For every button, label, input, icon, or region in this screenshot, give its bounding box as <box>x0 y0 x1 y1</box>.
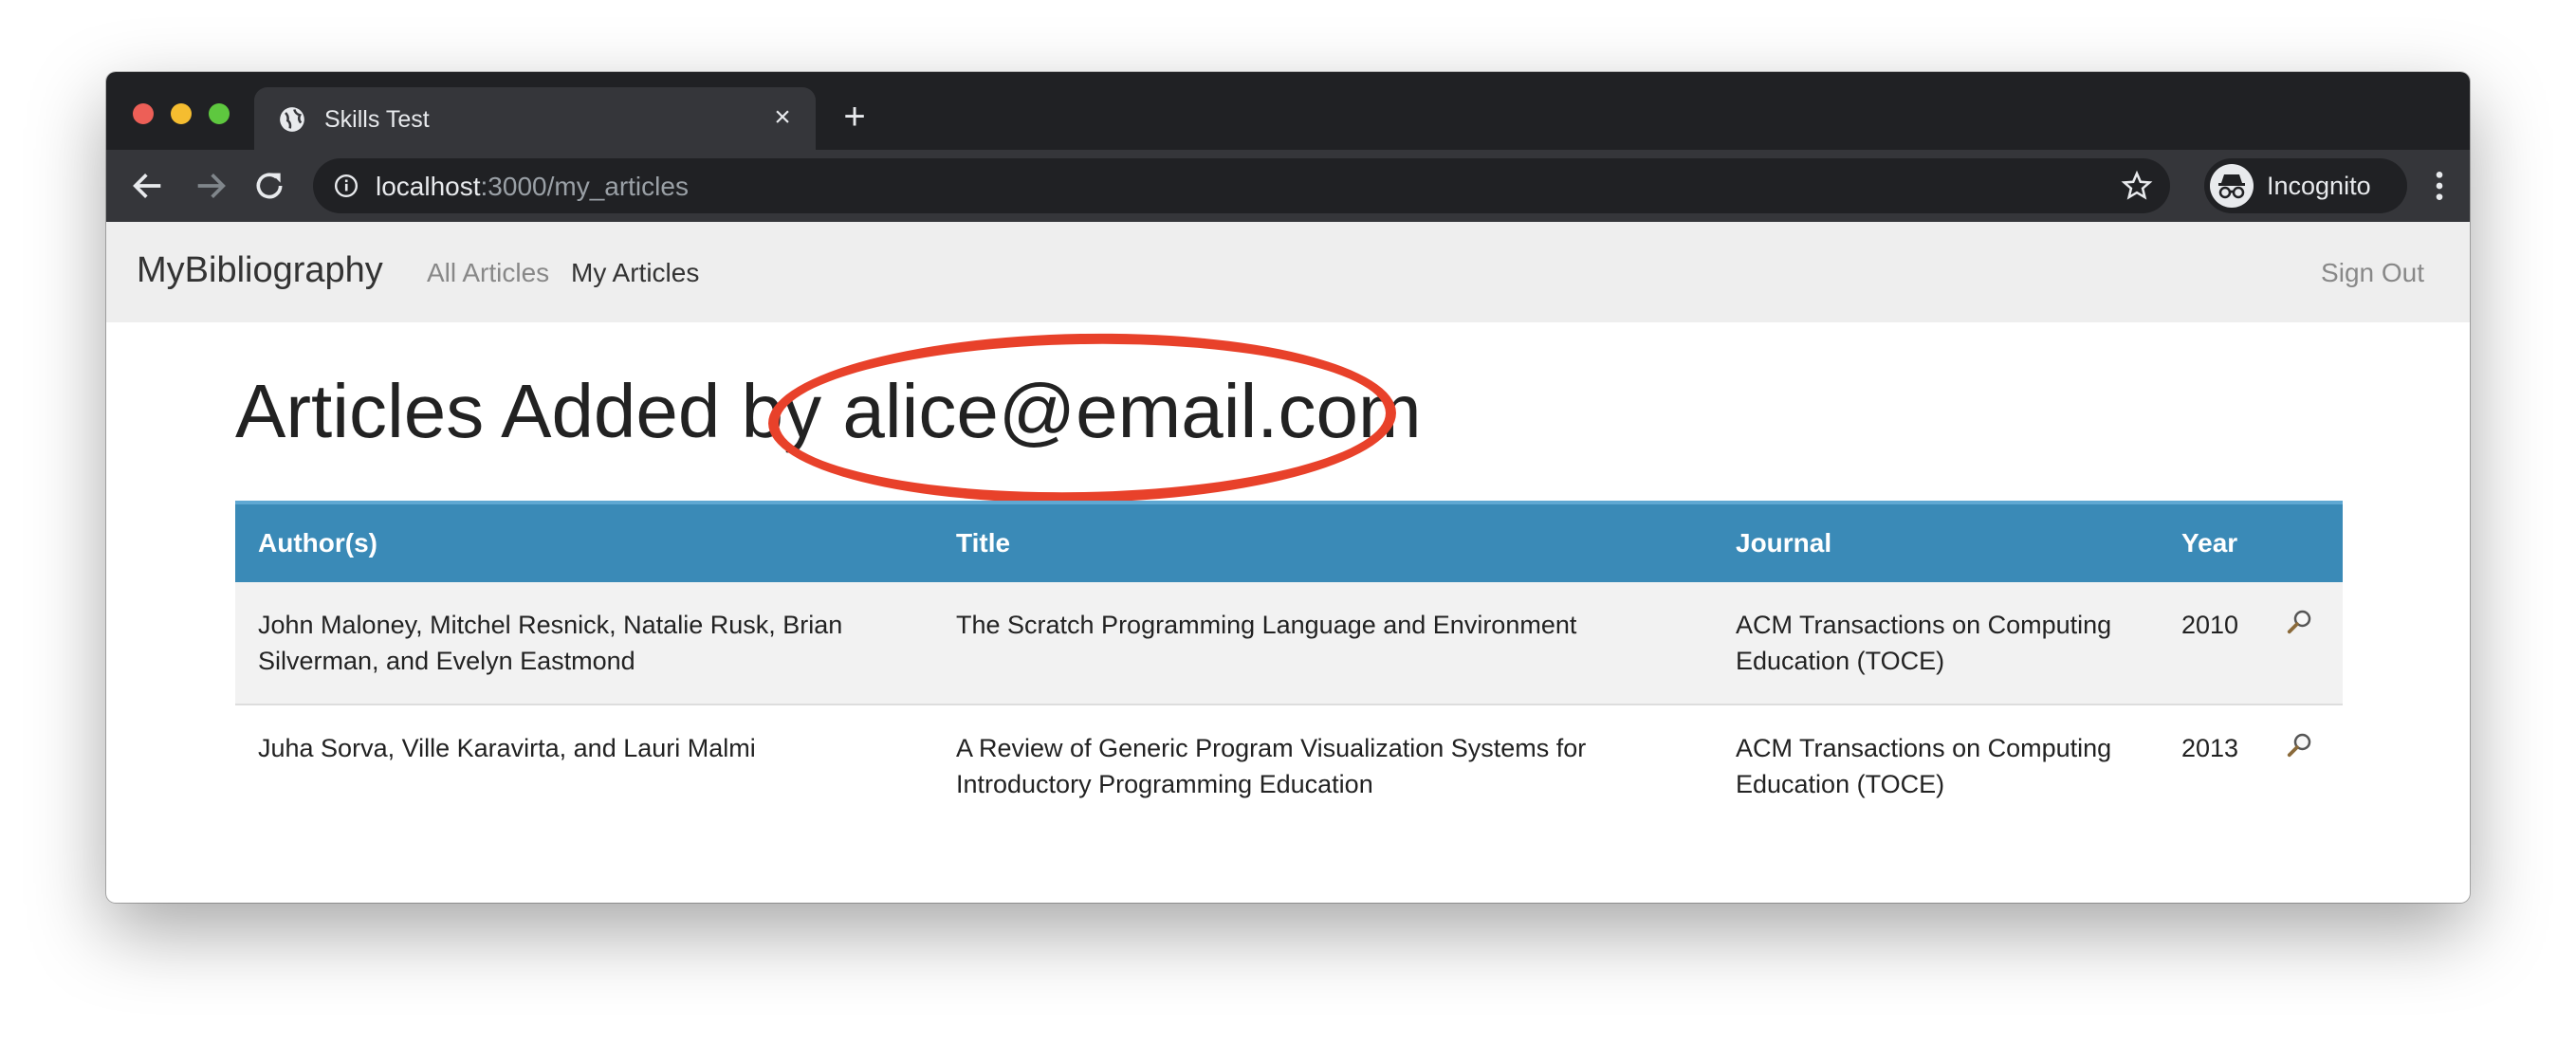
articles-table: Author(s) Title Journal Year John Malone… <box>235 501 2343 827</box>
highlight-ellipse-annotation <box>766 328 1398 508</box>
nav-link-my-articles[interactable]: My Articles <box>571 258 699 288</box>
tab-title: Skills Test <box>324 106 430 133</box>
browser-toolbar: localhost:3000/my_articles Incognito <box>106 150 2470 222</box>
reload-icon[interactable] <box>250 167 288 205</box>
minimize-window-button[interactable] <box>171 103 192 124</box>
cell-action <box>2263 582 2343 704</box>
forward-arrow-icon[interactable] <box>192 167 230 205</box>
sign-out-link[interactable]: Sign Out <box>2321 258 2424 288</box>
header-actions <box>2263 503 2343 582</box>
incognito-icon <box>2210 164 2254 208</box>
cell-journal: ACM Transactions on Computing Education … <box>1736 611 2112 675</box>
magnifier-icon[interactable] <box>2286 730 2314 759</box>
back-arrow-icon[interactable] <box>129 167 167 205</box>
close-window-button[interactable] <box>133 103 154 124</box>
maximize-window-button[interactable] <box>209 103 230 124</box>
globe-icon <box>280 107 304 132</box>
header-year: Year <box>2181 528 2238 558</box>
incognito-badge[interactable]: Incognito <box>2204 158 2407 213</box>
url-path: :3000/my_articles <box>480 172 689 201</box>
url-text[interactable]: localhost:3000/my_articles <box>376 172 689 202</box>
table-row: Juha Sorva, Ville Karavirta, and Lauri M… <box>235 704 2343 827</box>
cell-authors: John Maloney, Mitchel Resnick, Natalie R… <box>258 611 843 675</box>
table-header-row: Author(s) Title Journal Year <box>235 503 2343 582</box>
browser-window: Skills Test × + localhost:3000/my_articl… <box>106 72 2470 903</box>
nav-link-all-articles[interactable]: All Articles <box>427 258 549 288</box>
cell-title: A Review of Generic Program Visualizatio… <box>956 734 1587 798</box>
header-journal: Journal <box>1736 528 1832 558</box>
cell-year: 2013 <box>2181 734 2239 762</box>
page-title-prefix: Articles Added by <box>235 369 843 453</box>
close-icon[interactable]: × <box>766 101 799 134</box>
url-host: localhost <box>376 172 481 201</box>
header-authors: Author(s) <box>258 528 377 558</box>
incognito-label: Incognito <box>2267 172 2371 200</box>
cell-action <box>2263 704 2343 827</box>
plus-icon[interactable]: + <box>838 98 871 136</box>
more-vert-icon[interactable] <box>2420 167 2458 205</box>
table-row: John Maloney, Mitchel Resnick, Natalie R… <box>235 582 2343 704</box>
browser-tab[interactable]: Skills Test × <box>254 87 816 150</box>
header-title: Title <box>956 528 1011 558</box>
brand-link[interactable]: MyBibliography <box>137 250 383 291</box>
title-bar: Skills Test × + <box>106 72 2470 150</box>
app-navbar: MyBibliography All Articles My Articles … <box>106 222 2470 322</box>
info-icon[interactable] <box>334 174 359 198</box>
star-icon[interactable] <box>2121 170 2153 202</box>
cell-title: The Scratch Programming Language and Env… <box>956 611 1577 639</box>
cell-authors: Juha Sorva, Ville Karavirta, and Lauri M… <box>258 734 756 762</box>
cell-year: 2010 <box>2181 611 2239 639</box>
address-bar[interactable]: localhost:3000/my_articles <box>313 158 2170 213</box>
cell-journal: ACM Transactions on Computing Education … <box>1736 734 2112 798</box>
magnifier-icon[interactable] <box>2286 607 2314 635</box>
